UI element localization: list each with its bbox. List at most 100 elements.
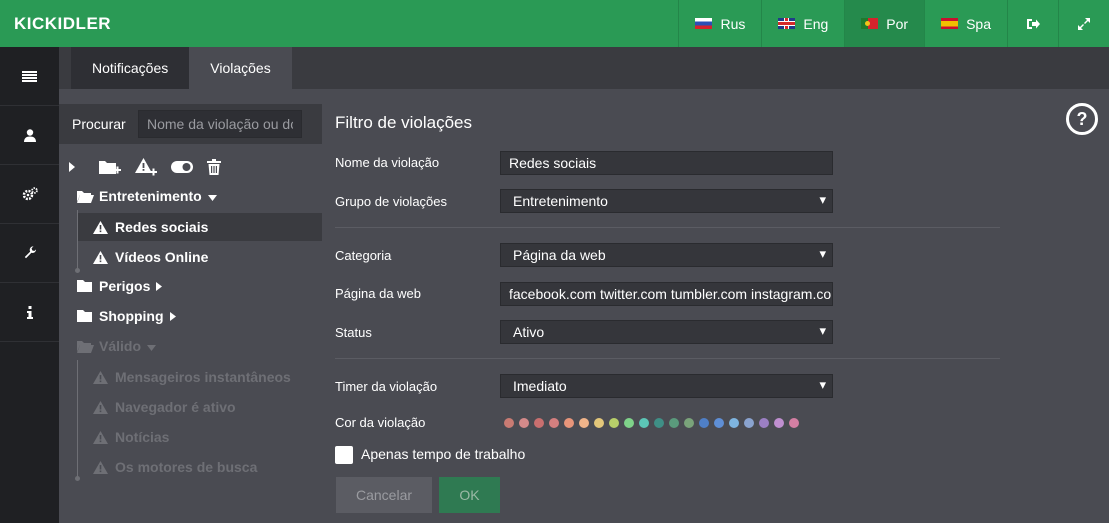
divider bbox=[335, 227, 1000, 228]
folder-open-icon bbox=[77, 340, 94, 353]
status-label: Status bbox=[335, 325, 372, 340]
question-icon: ? bbox=[1076, 108, 1088, 129]
tree-item-mensageiros[interactable]: Mensageiros instantâneos bbox=[93, 363, 291, 391]
warning-icon bbox=[93, 370, 108, 384]
sidebar-item-settings[interactable] bbox=[0, 165, 59, 224]
folder-icon bbox=[77, 310, 92, 322]
color-swatch[interactable] bbox=[504, 418, 514, 428]
color-picker bbox=[504, 418, 799, 428]
color-swatch[interactable] bbox=[534, 418, 544, 428]
tab-bar: Notificações Violações bbox=[71, 47, 292, 89]
caret-right-icon bbox=[169, 312, 176, 321]
tree-item-motores-busca[interactable]: Os motores de busca bbox=[93, 453, 257, 481]
work-time-checkbox[interactable] bbox=[335, 446, 353, 464]
fullscreen-icon bbox=[1078, 17, 1090, 30]
russia-flag-icon bbox=[695, 18, 713, 29]
color-swatch[interactable] bbox=[744, 418, 754, 428]
color-swatch[interactable] bbox=[594, 418, 604, 428]
group-label: Grupo de violações bbox=[335, 194, 448, 209]
color-swatch[interactable] bbox=[729, 418, 739, 428]
add-group-button[interactable] bbox=[99, 157, 121, 177]
folder-open-icon bbox=[77, 190, 94, 203]
color-swatch[interactable] bbox=[789, 418, 799, 428]
delete-button[interactable] bbox=[207, 157, 221, 177]
help-button[interactable]: ? bbox=[1066, 103, 1098, 135]
top-bar: KICKIDLER Rus Eng Por Spa bbox=[0, 0, 1109, 47]
color-swatch[interactable] bbox=[639, 418, 649, 428]
toggle-button[interactable] bbox=[171, 157, 193, 177]
color-swatch[interactable] bbox=[759, 418, 769, 428]
lang-rus-button[interactable]: Rus bbox=[678, 0, 761, 47]
color-swatch[interactable] bbox=[654, 418, 664, 428]
tree-search-row: Procurar bbox=[59, 104, 322, 144]
search-input[interactable] bbox=[138, 110, 302, 138]
color-swatch[interactable] bbox=[549, 418, 559, 428]
tree-item-redes-sociais[interactable]: Redes sociais bbox=[78, 213, 322, 241]
tree-item-noticias[interactable]: Notícias bbox=[93, 423, 169, 451]
color-swatch[interactable] bbox=[684, 418, 694, 428]
tree-group-shopping[interactable]: Shopping bbox=[77, 302, 176, 330]
sidebar-item-info[interactable] bbox=[0, 283, 59, 342]
color-swatch[interactable] bbox=[669, 418, 679, 428]
tree-item-videos-online[interactable]: Vídeos Online bbox=[93, 243, 208, 271]
spain-flag-icon bbox=[941, 18, 959, 29]
caret-down-icon bbox=[207, 195, 217, 201]
color-swatch[interactable] bbox=[624, 418, 634, 428]
color-swatch[interactable] bbox=[519, 418, 529, 428]
webpage-label: Página da web bbox=[335, 286, 422, 301]
warning-icon bbox=[93, 250, 108, 264]
settings-icon bbox=[22, 187, 38, 201]
violation-name-label: Nome da violação bbox=[335, 155, 440, 170]
sidebar-item-users[interactable] bbox=[0, 106, 59, 165]
folder-add-icon bbox=[99, 160, 121, 174]
work-time-label: Apenas tempo de trabalho bbox=[361, 446, 526, 462]
lang-spa-button[interactable]: Spa bbox=[924, 0, 1007, 47]
color-swatch[interactable] bbox=[714, 418, 724, 428]
color-swatch[interactable] bbox=[564, 418, 574, 428]
warning-add-icon bbox=[135, 158, 157, 176]
warning-icon bbox=[93, 460, 108, 474]
group-select[interactable]: Entretenimento bbox=[500, 189, 833, 213]
user-icon bbox=[23, 128, 36, 142]
violation-name-input[interactable]: Redes sociais bbox=[500, 151, 833, 175]
ok-button[interactable]: OK bbox=[439, 477, 500, 513]
sidebar-item-list[interactable] bbox=[0, 47, 59, 106]
status-select[interactable]: Ativo bbox=[500, 320, 833, 344]
toggle-icon bbox=[171, 161, 193, 173]
warning-icon bbox=[93, 220, 108, 234]
app-logo: KICKIDLER bbox=[14, 13, 112, 33]
color-swatch[interactable] bbox=[609, 418, 619, 428]
tree-toolbar bbox=[69, 156, 221, 178]
color-swatch[interactable] bbox=[774, 418, 784, 428]
tree-group-perigos[interactable]: Perigos bbox=[77, 272, 163, 300]
logout-button[interactable] bbox=[1007, 0, 1058, 47]
color-swatch[interactable] bbox=[699, 418, 709, 428]
category-label: Categoria bbox=[335, 248, 392, 263]
search-label: Procurar bbox=[72, 116, 126, 132]
uk-flag-icon bbox=[778, 18, 796, 29]
cancel-button[interactable]: Cancelar bbox=[336, 477, 432, 513]
divider bbox=[335, 358, 1000, 359]
webpage-input[interactable]: facebook.com twitter.com tumbler.com ins… bbox=[500, 282, 833, 306]
warning-icon bbox=[93, 430, 108, 444]
lang-por-button[interactable]: Por bbox=[844, 0, 925, 47]
warning-icon bbox=[93, 400, 108, 414]
expand-all-button[interactable] bbox=[69, 157, 75, 177]
portugal-flag-icon bbox=[861, 18, 879, 29]
category-select[interactable]: Página da web bbox=[500, 243, 833, 267]
tree-group-valido[interactable]: Válido bbox=[77, 332, 157, 360]
tree-group-entretenimento[interactable]: Entretenimento bbox=[77, 182, 217, 210]
fullscreen-button[interactable] bbox=[1058, 0, 1109, 47]
color-label: Cor da violação bbox=[335, 415, 426, 430]
violations-tree-panel: Procurar Entretenimento Redes sociais Ví… bbox=[59, 104, 322, 523]
timer-select[interactable]: Imediato bbox=[500, 374, 833, 398]
timer-label: Timer da violação bbox=[335, 379, 438, 394]
sidebar-item-tools[interactable] bbox=[0, 224, 59, 283]
lang-eng-button[interactable]: Eng bbox=[761, 0, 844, 47]
tree-item-navegador[interactable]: Navegador é ativo bbox=[93, 393, 236, 421]
color-swatch[interactable] bbox=[579, 418, 589, 428]
add-violation-button[interactable] bbox=[135, 157, 157, 177]
logout-icon bbox=[1027, 18, 1040, 29]
tab-notifications[interactable]: Notificações bbox=[71, 47, 190, 89]
tab-violations[interactable]: Violações bbox=[189, 47, 292, 89]
